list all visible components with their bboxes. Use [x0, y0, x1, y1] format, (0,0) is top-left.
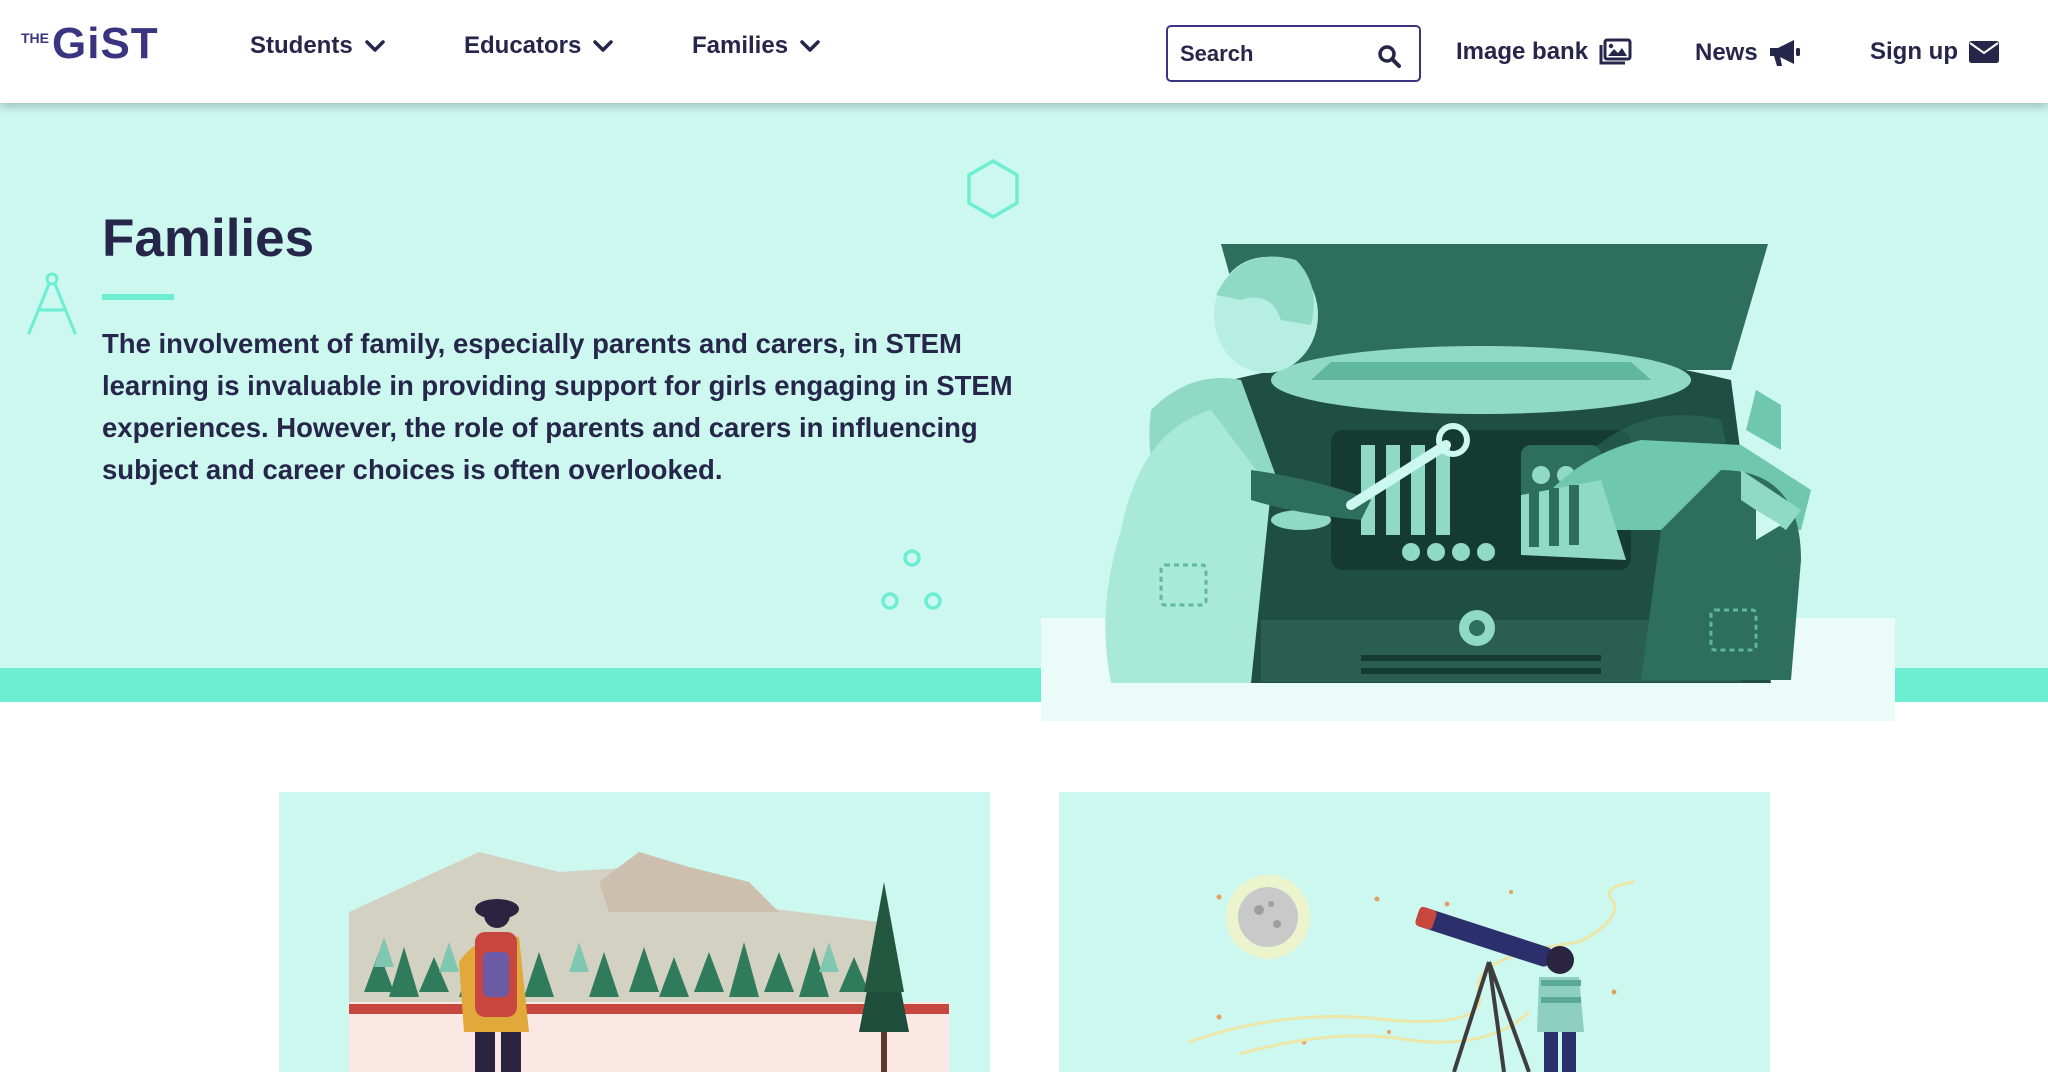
- card-hiking[interactable]: [279, 792, 990, 1072]
- image-bank-label: Image bank: [1456, 38, 1589, 65]
- compass-icon: [27, 272, 77, 335]
- search-input[interactable]: [1180, 40, 1365, 67]
- chevron-down-icon: [593, 40, 614, 52]
- search-icon[interactable]: [1377, 44, 1401, 68]
- site-logo[interactable]: THE GiST: [21, 22, 159, 68]
- site-header: THE GiST Students Educators Families Ima…: [0, 0, 2048, 103]
- chevron-down-icon: [364, 40, 385, 52]
- search-box: [1166, 25, 1421, 82]
- news-label: News: [1695, 39, 1758, 66]
- nav-students-label: Students: [250, 32, 353, 59]
- logo-name: GiST: [52, 19, 159, 68]
- image-bank-link[interactable]: Image bank: [1456, 38, 1632, 66]
- nav-educators-label: Educators: [464, 32, 582, 59]
- dots-icon: [881, 549, 942, 610]
- car-repair-illustration: [1105, 244, 1811, 683]
- megaphone-icon: [1769, 40, 1800, 66]
- card-stargazing[interactable]: [1059, 792, 1770, 1072]
- news-link[interactable]: News: [1695, 38, 1802, 68]
- stargazing-illustration: [1188, 875, 1635, 1072]
- page-title: Families: [102, 209, 315, 268]
- nav-educators[interactable]: Educators: [464, 32, 614, 60]
- chevron-down-icon: [800, 40, 820, 52]
- nav-families-label: Families: [692, 32, 789, 59]
- hexagon-icon: [967, 158, 1019, 220]
- images-icon: [1599, 38, 1632, 65]
- hiking-illustration: [349, 852, 949, 1072]
- sign-up-label: Sign up: [1870, 38, 1958, 65]
- sign-up-link[interactable]: Sign up: [1870, 38, 2000, 66]
- hero-description: The involvement of family, especially pa…: [102, 328, 1013, 485]
- nav-families[interactable]: Families: [692, 32, 820, 60]
- envelope-icon: [1968, 41, 1999, 63]
- nav-students[interactable]: Students: [250, 32, 385, 60]
- title-underline: [102, 294, 174, 300]
- logo-prefix: THE: [21, 30, 49, 46]
